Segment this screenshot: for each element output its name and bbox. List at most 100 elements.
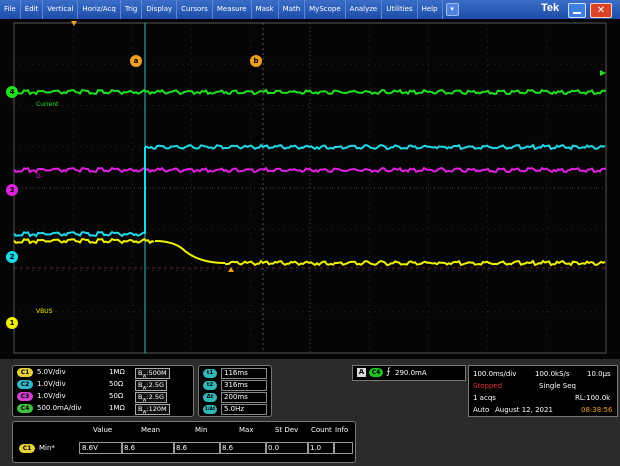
menu-edit[interactable]: Edit (21, 0, 44, 19)
menu-myscope[interactable]: MyScope (305, 0, 346, 19)
channel-row[interactable]: C1 5.0V/div 1MΩ BW:500M (17, 367, 189, 379)
meas-count: 1.0 (307, 442, 335, 454)
ch3-scale: 1.0V/div (37, 392, 66, 400)
trigger-readout[interactable]: A C4 ⨍ 290.0mA (352, 365, 466, 381)
rising-edge-icon: ⨍ (386, 367, 391, 377)
header-value: Value (93, 426, 113, 434)
cursor-readout: t1 116ms t2 316ms Δt 200ms 1/Δt 5.0Hz (198, 365, 272, 417)
cursor-delta-badge: Δt (203, 393, 217, 402)
ch3-badge[interactable]: C3 (17, 392, 33, 401)
graticule-canvas (13, 21, 607, 354)
resolution: 10.0µs (587, 370, 611, 378)
channel-settings: C1 5.0V/div 1MΩ BW:500M C2 1.0V/div 50Ω … (12, 365, 194, 417)
trigger-source-badge: C4 (369, 368, 383, 377)
ch4-trace (13, 88, 606, 96)
meas-source-badge[interactable]: C1 (19, 444, 35, 453)
bottom-panel: C1 5.0V/div 1MΩ BW:500M C2 1.0V/div 50Ω … (0, 359, 620, 466)
channel-row[interactable]: C3 1.0V/div 50Ω BW:2.5G (17, 391, 189, 403)
ch2-bandwidth: BW:2.5G (135, 380, 168, 391)
ch4-ground-marker[interactable]: 4 (6, 86, 18, 98)
ch4-scale: 500.0mA/div (37, 404, 82, 412)
ch3-ground-marker[interactable]: 3 (6, 184, 18, 196)
label-current: Current (36, 101, 59, 108)
cursor-delta-row[interactable]: Δt 200ms (203, 392, 267, 403)
acq-state: Stopped (473, 382, 503, 390)
cursor-t1-badge: t1 (203, 369, 217, 378)
header-mean: Mean (141, 426, 161, 434)
menu-bar: File Edit Vertical Horiz/Acq Trig Displa… (0, 0, 620, 19)
ch1-trace (13, 237, 606, 267)
meas-max: 8.6 (219, 442, 267, 454)
trigger-level: 290.0mA (395, 369, 427, 377)
header-min: Min (195, 426, 208, 434)
ch4-badge[interactable]: C4 (17, 404, 33, 413)
menu-display[interactable]: Display (142, 0, 178, 19)
ch4-offscreen-icon (600, 70, 606, 76)
acquisition-readout[interactable]: 100.0ms/div 100.0kS/s 10.0µs Stopped Sin… (468, 365, 618, 417)
ch2-trace (13, 143, 606, 238)
menu-file[interactable]: File (0, 0, 21, 19)
ch2-ground-marker[interactable]: 2 (6, 251, 18, 263)
ch3-bandwidth-value: 2.5G (148, 393, 165, 401)
cursor-freq-value: 5.0Hz (221, 404, 267, 415)
cursor-t2-row[interactable]: t2 316ms (203, 380, 267, 391)
cursor-t1-value: 116ms (221, 368, 267, 379)
measurement-table[interactable]: Value Mean Min Max St Dev Count Info C1 … (12, 421, 356, 463)
waveform-display[interactable]: a b 4 3 2 1 Current D- VBUS (0, 19, 620, 359)
meas-value: 8.6V (79, 442, 123, 454)
menu-math[interactable]: Math (279, 0, 306, 19)
ch4-impedance: 1MΩ (109, 404, 125, 412)
label-dminus: D- (36, 173, 43, 180)
ch4-bandwidth-value: 120M (148, 405, 167, 413)
cursor-t2-badge: t2 (203, 381, 217, 390)
meas-name: Min* (39, 444, 55, 452)
ch3-impedance: 50Ω (109, 392, 124, 400)
close-icon[interactable]: ✕ (590, 3, 612, 18)
menu-cursors[interactable]: Cursors (177, 0, 213, 19)
ch4-bandwidth: BW:120M (135, 404, 170, 415)
cursor-t2-value: 316ms (221, 380, 267, 391)
chevron-down-icon[interactable]: ▾ (445, 3, 459, 16)
menu-vertical[interactable]: Vertical (43, 0, 79, 19)
minimize-icon[interactable] (568, 3, 586, 18)
ch1-impedance: 1MΩ (109, 368, 125, 376)
trigger-mode: Auto (473, 406, 490, 414)
timebase: 100.0ms/div (473, 370, 517, 378)
ch2-impedance: 50Ω (109, 380, 124, 388)
acq-date: August 12, 2021 (495, 406, 553, 414)
header-info: Info (335, 426, 349, 434)
menu-utilities[interactable]: Utilities (382, 0, 418, 19)
acq-count: 1 acqs (473, 394, 496, 402)
meas-info (333, 442, 353, 454)
ch2-bandwidth-value: 2.5G (148, 381, 165, 389)
menu-measure[interactable]: Measure (213, 0, 252, 19)
ch1-bandwidth: BW:500M (135, 368, 170, 379)
header-count: Count (311, 426, 332, 434)
menu-horiz-acq[interactable]: Horiz/Acq (78, 0, 121, 19)
cursor-freq-row[interactable]: 1/Δt 5.0Hz (203, 404, 267, 415)
ch3-bandwidth: BW:2.5G (135, 392, 168, 403)
menu-mask[interactable]: Mask (252, 0, 279, 19)
ch2-scale: 1.0V/div (37, 380, 66, 388)
cursor-a-marker[interactable]: a (130, 55, 142, 67)
brand-logo: Tek (541, 2, 560, 14)
ch1-scale: 5.0V/div (37, 368, 66, 376)
channel-row[interactable]: C2 1.0V/div 50Ω BW:2.5G (17, 379, 189, 391)
trigger-level-icon (228, 267, 234, 272)
cursor-t1-row[interactable]: t1 116ms (203, 368, 267, 379)
menu-analyze[interactable]: Analyze (346, 0, 383, 19)
meas-mean: 8.6 (121, 442, 175, 454)
cursor-b-marker[interactable]: b (250, 55, 262, 67)
channel-row[interactable]: C4 500.0mA/div 1MΩ BW:120M (17, 403, 189, 415)
menu-trig[interactable]: Trig (121, 0, 143, 19)
menu-help[interactable]: Help (418, 0, 443, 19)
cursor-delta-value: 200ms (221, 392, 267, 403)
ch1-ground-marker[interactable]: 1 (6, 317, 18, 329)
meas-stdev: 0.0 (265, 442, 309, 454)
meas-min: 8.6 (173, 442, 221, 454)
ch1-badge[interactable]: C1 (17, 368, 33, 377)
ch1-bandwidth-value: 500M (148, 369, 167, 377)
ch2-badge[interactable]: C2 (17, 380, 33, 389)
trigger-a-badge: A (357, 368, 366, 377)
graticule-grid (13, 22, 607, 354)
